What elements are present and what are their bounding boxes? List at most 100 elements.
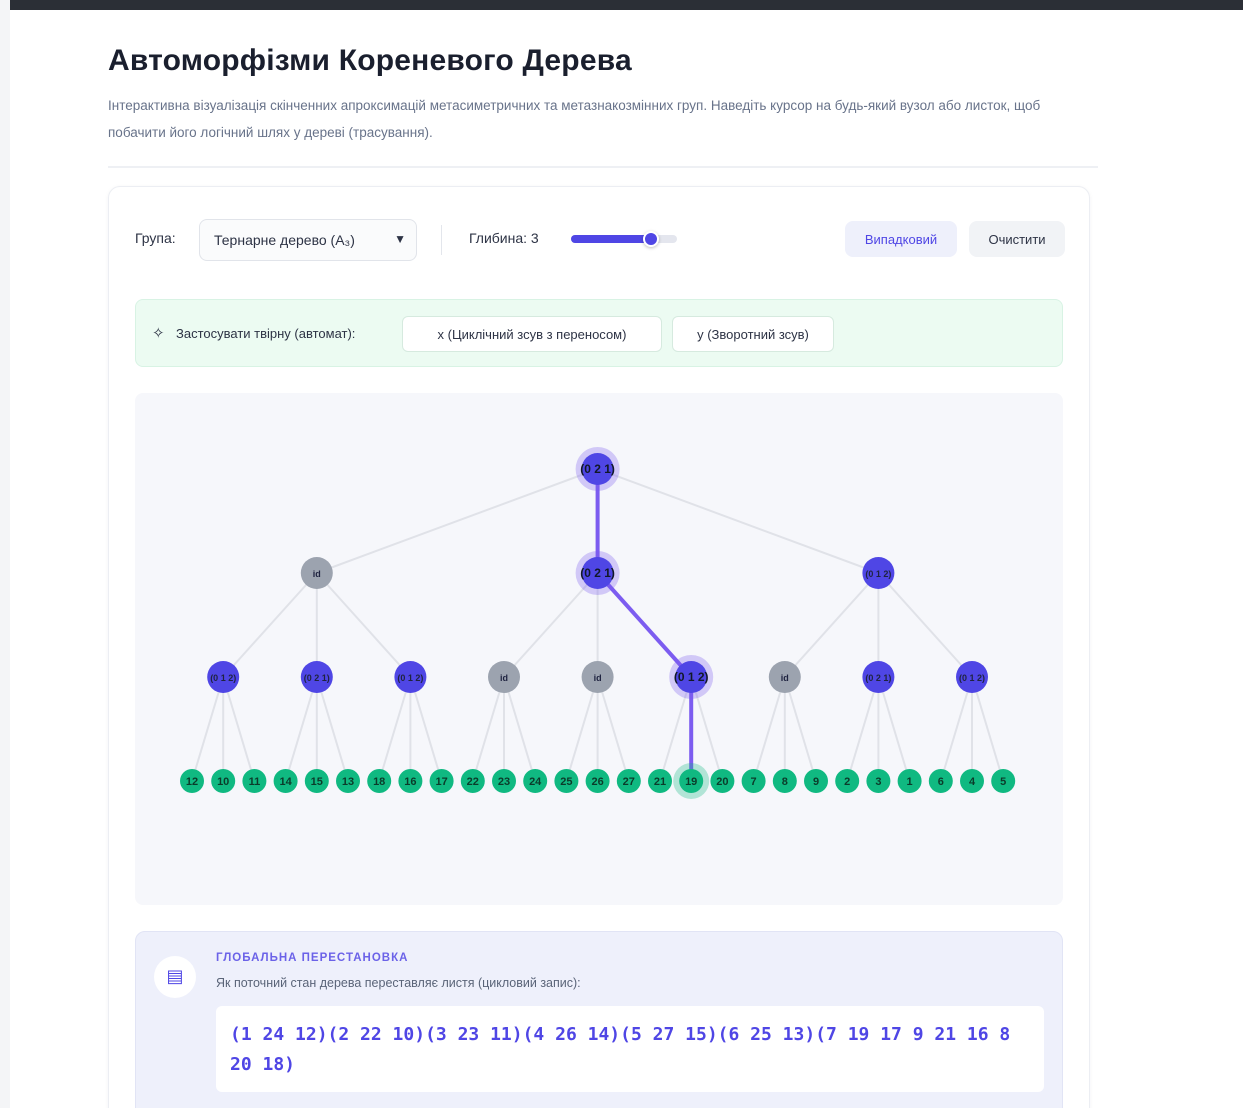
depth-slider-fill — [571, 235, 651, 243]
tree-node[interactable]: (0 2 1) — [300, 661, 333, 693]
node-label: 3 — [875, 776, 881, 788]
group-label: Група: — [135, 230, 176, 246]
tree-edge — [316, 572, 412, 678]
global-permutation-panel: ▤ ГЛОБАЛЬНА ПЕРЕСТАНОВКА Як поточний ста… — [135, 931, 1063, 1108]
toolbar: Група: Тернарне дерево (A₃) ▼ Глибина: 3… — [135, 217, 1065, 261]
tree-node[interactable]: (0 1 2) — [207, 661, 240, 693]
tree-leaf[interactable]: 19 — [673, 763, 710, 799]
tree-edge — [378, 676, 412, 782]
node-label: 22 — [467, 776, 479, 788]
permutation-cycles: (1 24 12)(2 22 10)(3 23 11)(4 26 14)(5 2… — [216, 1006, 1044, 1092]
tree-leaf[interactable]: 27 — [616, 769, 641, 793]
tree-node[interactable]: (0 1 2) — [394, 661, 427, 693]
tree-node[interactable]: (0 2 1) — [575, 551, 620, 595]
tree-node[interactable]: (0 1 2) — [862, 557, 895, 589]
node-label: 14 — [279, 776, 292, 788]
node-label: 8 — [782, 776, 788, 788]
tree-node[interactable]: (0 2 1) — [575, 447, 620, 491]
node-label: 17 — [435, 776, 447, 788]
tree-node[interactable]: id — [768, 661, 801, 693]
node-label: 9 — [813, 776, 819, 788]
group-select[interactable]: Тернарне дерево (A₃) ▼ — [199, 219, 417, 261]
permutation-description: Як поточний стан дерева переставляє лист… — [216, 976, 581, 990]
tree-leaf[interactable]: 21 — [648, 769, 672, 793]
tree-leaf[interactable]: 6 — [928, 769, 953, 793]
tree-edge — [222, 572, 318, 678]
node-label: (0 1 2) — [865, 569, 891, 579]
tree-leaf[interactable]: 12 — [180, 769, 204, 793]
tree-node[interactable]: (0 1 2) — [669, 655, 714, 699]
tree-leaf[interactable]: 22 — [460, 769, 485, 793]
tree-leaf[interactable]: 26 — [585, 769, 610, 793]
tree-leaf[interactable]: 5 — [991, 769, 1016, 793]
depth-slider-thumb[interactable] — [642, 231, 659, 247]
tree-leaf[interactable]: 13 — [336, 769, 360, 793]
tree-leaf[interactable]: 4 — [960, 769, 984, 793]
tree-leaf[interactable]: 17 — [429, 769, 454, 793]
tree-edge — [315, 676, 349, 782]
tree-leaf[interactable]: 7 — [741, 769, 766, 793]
tree-leaf[interactable]: 11 — [242, 769, 267, 793]
node-label: id — [500, 673, 508, 683]
depth-slider[interactable] — [571, 231, 677, 247]
page-header: Автоморфізми Кореневого Дерева Інтеракти… — [108, 44, 1098, 146]
tree-leaf[interactable]: 25 — [554, 769, 579, 793]
node-label: (0 1 2) — [397, 673, 423, 683]
tree-leaf[interactable]: 3 — [866, 769, 891, 793]
node-label: 24 — [529, 776, 542, 788]
tree-node[interactable]: id — [581, 661, 614, 693]
node-label: id — [781, 673, 789, 683]
tree-diagram: (0 2 1) id (0 2 1) (0 1 2) (0 1 2) (0 2 1) (0 … — [180, 447, 1016, 799]
tree-leaf[interactable]: 20 — [710, 769, 735, 793]
tree-node[interactable]: id — [488, 661, 520, 693]
tree-edge — [565, 676, 599, 782]
depth-label: Глибина: 3 — [469, 230, 539, 246]
node-label: 18 — [373, 776, 385, 788]
tree-node[interactable]: id — [300, 557, 333, 589]
node-label: id — [594, 673, 602, 683]
sparkle-icon: ✧ — [152, 325, 165, 342]
generator-y-button[interactable]: y (Зворотний зсув) — [672, 316, 834, 352]
header-divider — [108, 166, 1098, 168]
tree-leaf[interactable]: 23 — [492, 769, 516, 793]
node-label: 12 — [186, 776, 198, 788]
node-label: (0 1 2) — [210, 673, 236, 683]
clear-button[interactable]: Очистити — [969, 221, 1065, 257]
tree-leaf[interactable]: 8 — [772, 769, 797, 793]
tree-edge — [596, 676, 630, 782]
group-select-value: Тернарне дерево (A₃) — [214, 232, 355, 248]
tree-node[interactable]: (0 1 2) — [956, 661, 988, 693]
node-label: 19 — [685, 776, 697, 788]
window-top-bar — [10, 0, 1243, 10]
document-icon: ▤ — [154, 956, 196, 998]
tree-edge — [409, 676, 443, 782]
tree-leaf[interactable]: 1 — [897, 769, 922, 793]
tree-leaf[interactable]: 10 — [211, 769, 236, 793]
node-label: (0 2 1) — [304, 673, 330, 683]
tree-node[interactable]: (0 2 1) — [862, 661, 895, 693]
tree-canvas: (0 2 1) id (0 2 1) (0 1 2) (0 1 2) (0 2 1) (0 … — [135, 393, 1063, 905]
tree-leaf[interactable]: 24 — [523, 769, 548, 793]
toolbar-divider — [441, 225, 442, 255]
tree-leaf[interactable]: 2 — [835, 769, 860, 793]
tree-leaf[interactable]: 16 — [398, 769, 423, 793]
node-label: 2 — [844, 776, 850, 788]
tree-leaf[interactable]: 9 — [804, 769, 828, 793]
tree-leaf[interactable]: 14 — [273, 769, 298, 793]
node-label: id — [313, 569, 321, 579]
node-label: 4 — [969, 776, 976, 788]
node-label: 20 — [716, 776, 728, 788]
tree-edge — [752, 676, 786, 782]
node-label: 15 — [311, 776, 323, 788]
random-button[interactable]: Випадковий — [845, 221, 957, 257]
tree-leaf[interactable]: 15 — [304, 769, 329, 793]
tree-edge — [597, 468, 879, 574]
node-label: 11 — [249, 776, 261, 788]
tree-leaf[interactable]: 18 — [367, 769, 392, 793]
node-label: 16 — [404, 776, 416, 788]
node-label: (0 2 1) — [580, 462, 615, 476]
page-title: Автоморфізми Кореневого Дерева — [108, 44, 632, 77]
generator-x-button[interactable]: x (Циклічний зсув з переносом) — [402, 316, 662, 352]
tree-edge — [877, 676, 911, 782]
tree-edge — [222, 676, 256, 782]
